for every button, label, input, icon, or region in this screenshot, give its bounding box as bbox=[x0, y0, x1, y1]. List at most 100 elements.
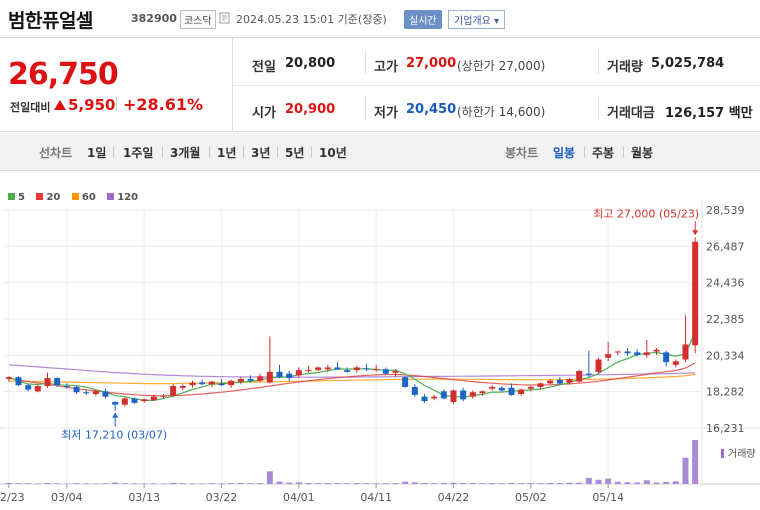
volume-bar bbox=[624, 482, 631, 484]
candle-body bbox=[344, 370, 351, 372]
candle-body bbox=[547, 380, 554, 384]
y-tick-label: 18,282 bbox=[706, 386, 745, 399]
candle-body bbox=[469, 392, 476, 397]
candle-body bbox=[624, 351, 631, 354]
candle-body bbox=[141, 399, 148, 402]
divider bbox=[311, 146, 312, 158]
low-arrow-head bbox=[112, 412, 119, 418]
candle-body bbox=[295, 370, 302, 376]
line-chart-tab[interactable]: 선차트 bbox=[39, 144, 72, 161]
divider bbox=[232, 85, 760, 86]
amount-value: 126,157 백만 bbox=[665, 106, 753, 121]
candle-body bbox=[218, 383, 225, 386]
volume-bar bbox=[373, 483, 380, 484]
period-5y[interactable]: 5년 bbox=[285, 144, 304, 161]
x-tick-label: 05/14 bbox=[592, 491, 624, 504]
realtime-button[interactable]: 실시간 bbox=[404, 10, 442, 29]
candle-body bbox=[150, 396, 157, 401]
divider bbox=[243, 146, 244, 158]
candle-body bbox=[614, 351, 621, 353]
candlestick-chart[interactable]: 28,539 26,487 24,436 22,385 20,334 18,282 16,2… bbox=[0, 172, 760, 510]
volume-bar bbox=[170, 482, 177, 484]
volume-bar bbox=[73, 483, 80, 484]
candle-body bbox=[518, 389, 525, 395]
candle-body bbox=[237, 378, 244, 382]
y-tick-label: 20,334 bbox=[706, 349, 745, 362]
candle-body bbox=[643, 352, 650, 356]
high-value: 27,000 bbox=[406, 56, 457, 71]
period-3m[interactable]: 3개월 bbox=[170, 144, 200, 161]
volume-bar bbox=[392, 483, 399, 484]
volume-bar bbox=[160, 483, 167, 484]
divider bbox=[209, 146, 210, 158]
period-10y[interactable]: 10년 bbox=[319, 144, 347, 161]
volume-bar bbox=[547, 482, 554, 484]
candle-body bbox=[353, 367, 360, 371]
divider bbox=[113, 146, 114, 158]
volume-bar bbox=[440, 482, 447, 484]
volume-bar bbox=[402, 481, 409, 484]
document-clock-icon bbox=[219, 12, 230, 24]
change-amount: 5,950 bbox=[68, 96, 116, 114]
chart-toolbar: 선차트 1일 1주일 3개월 1년 3년 5년 10년 봉차트 일봉 주봉 월봉 bbox=[0, 133, 760, 171]
y-tick-label: 26,487 bbox=[706, 240, 745, 253]
volume-bar bbox=[141, 483, 148, 484]
candle-body bbox=[276, 371, 283, 378]
volume-bar bbox=[672, 481, 679, 484]
volume-bar bbox=[276, 481, 283, 484]
volume-bar bbox=[556, 483, 563, 484]
volume-bar bbox=[344, 483, 351, 484]
low-value: 20,450 bbox=[406, 102, 457, 117]
candle-body bbox=[576, 370, 583, 382]
volume-bar bbox=[334, 483, 341, 484]
volume-bar bbox=[218, 483, 225, 484]
volume-bar bbox=[605, 478, 612, 484]
candle-body bbox=[585, 373, 592, 375]
period-3y[interactable]: 3년 bbox=[251, 144, 270, 161]
upper-limit: (상한가 27,000) bbox=[457, 59, 546, 73]
candle-body bbox=[479, 391, 486, 394]
candle-body bbox=[450, 390, 457, 402]
volume-bar bbox=[479, 483, 486, 484]
volume-bar bbox=[363, 483, 370, 484]
candle-body bbox=[537, 383, 544, 387]
volume-label: 거래량 bbox=[728, 448, 756, 460]
candle-chart-tab[interactable]: 봉차트 bbox=[505, 144, 538, 161]
y-tick-label: 16,231 bbox=[706, 422, 745, 435]
divider bbox=[277, 146, 278, 158]
candle-body bbox=[208, 381, 215, 385]
candle-weekly[interactable]: 주봉 bbox=[592, 144, 614, 161]
candle-body bbox=[489, 386, 496, 389]
volume-bar bbox=[595, 479, 602, 484]
high-annotation: 최고 27,000 (05/23) bbox=[593, 207, 699, 220]
candle-body bbox=[460, 390, 467, 400]
y-tick-label: 22,385 bbox=[706, 313, 745, 326]
price-chart: 5 20 60 120 28,539 26,487 24,436 22,385 20,3… bbox=[0, 172, 760, 510]
volume-label: 거래량 bbox=[607, 60, 643, 75]
volume-bar bbox=[489, 483, 496, 484]
volume-bar bbox=[421, 482, 428, 484]
change-label: 전일대비 bbox=[10, 101, 51, 114]
low-label: 저가 bbox=[374, 106, 398, 121]
company-overview-dropdown[interactable]: 기업개요 ▾ bbox=[448, 10, 505, 29]
triangle-up-icon bbox=[54, 100, 66, 110]
prev-close-label: 전일 bbox=[252, 60, 276, 75]
candle-body bbox=[189, 382, 196, 386]
volume-bar bbox=[228, 483, 235, 484]
candle-monthly[interactable]: 월봉 bbox=[631, 144, 653, 161]
period-1d[interactable]: 1일 bbox=[87, 144, 106, 161]
divider bbox=[365, 50, 366, 74]
price-summary: 26,750 전일대비 5,950 +28.61% 전일 20,800 고가 2… bbox=[0, 38, 760, 132]
period-1w[interactable]: 1주일 bbox=[123, 144, 153, 161]
candle-daily[interactable]: 일봉 bbox=[553, 144, 575, 161]
candle-body bbox=[44, 378, 51, 387]
period-1y[interactable]: 1년 bbox=[217, 144, 236, 161]
candle-body bbox=[566, 378, 573, 383]
x-tick-label: 05/02 bbox=[515, 491, 547, 504]
volume-bar bbox=[498, 483, 505, 484]
volume-bar bbox=[353, 483, 360, 484]
candle-body bbox=[663, 352, 670, 363]
stock-header: 범한퓨얼셀 382900 코스닥 2024.05.23 15:01 기준(장중)… bbox=[0, 0, 760, 38]
stock-name: 범한퓨얼셀 bbox=[8, 10, 93, 32]
volume-bar bbox=[131, 483, 138, 484]
